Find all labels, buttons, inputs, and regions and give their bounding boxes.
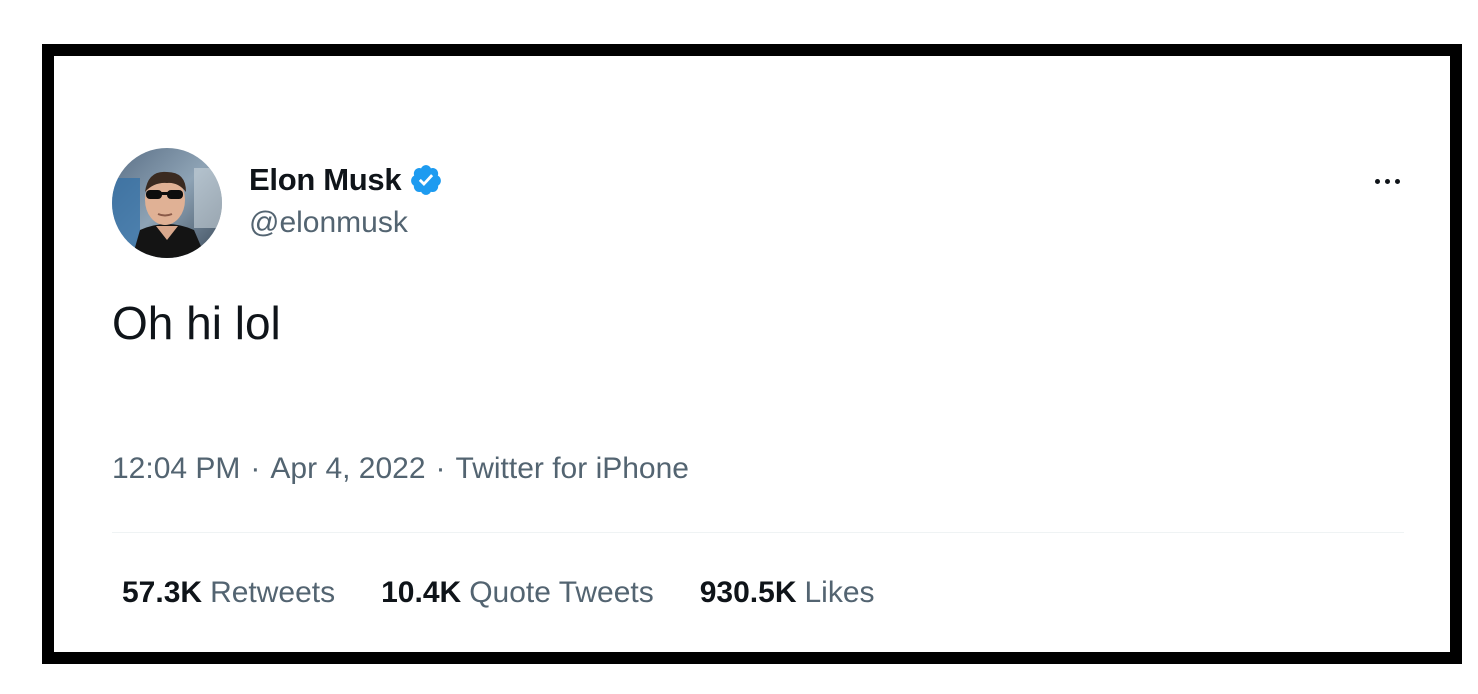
tweet-stats: 57.3K Retweets 10.4K Quote Tweets 930.5K Li… <box>122 576 921 610</box>
more-horizontal-icon-dot <box>1384 178 1390 184</box>
more-horizontal-icon-dot <box>1394 178 1400 184</box>
tweet-text: Oh hi lol <box>112 297 281 349</box>
verified-badge-icon <box>409 163 443 197</box>
more-horizontal-icon <box>1374 178 1380 184</box>
retweets-label: Retweets <box>210 576 336 609</box>
author-handle[interactable]: @elonmusk <box>249 206 443 240</box>
retweets-stat[interactable]: 57.3K Retweets <box>122 576 335 610</box>
more-options-button[interactable] <box>1364 166 1410 196</box>
quote-tweets-count: 10.4K <box>381 576 462 609</box>
screenshot-frame: Elon Musk @elonmusk Oh hi lol 12:04 PM · A… <box>42 44 1462 664</box>
tweet-source-link[interactable]: Twitter for iPhone <box>456 452 689 485</box>
likes-stat[interactable]: 930.5K Likes <box>700 576 875 610</box>
quote-tweets-stat[interactable]: 10.4K Quote Tweets <box>381 576 654 610</box>
author-display-name[interactable]: Elon Musk <box>249 162 402 198</box>
meta-separator: · <box>435 452 446 485</box>
divider <box>112 532 1404 533</box>
author-avatar[interactable] <box>112 148 222 258</box>
quote-tweets-label: Quote Tweets <box>469 576 654 609</box>
tweet-time[interactable]: 12:04 PM <box>112 452 240 485</box>
likes-label: Likes <box>804 576 875 609</box>
tweet-meta: 12:04 PM · Apr 4, 2022 · Twitter for iPhone <box>112 452 689 486</box>
meta-separator: · <box>250 452 261 485</box>
author-identity: Elon Musk @elonmusk <box>249 158 443 240</box>
tweet-date[interactable]: Apr 4, 2022 <box>270 452 425 485</box>
retweets-count: 57.3K <box>122 576 203 609</box>
author-name-row: Elon Musk <box>249 158 443 202</box>
profile-photo-avatar-icon <box>112 148 222 258</box>
likes-count: 930.5K <box>699 576 797 609</box>
